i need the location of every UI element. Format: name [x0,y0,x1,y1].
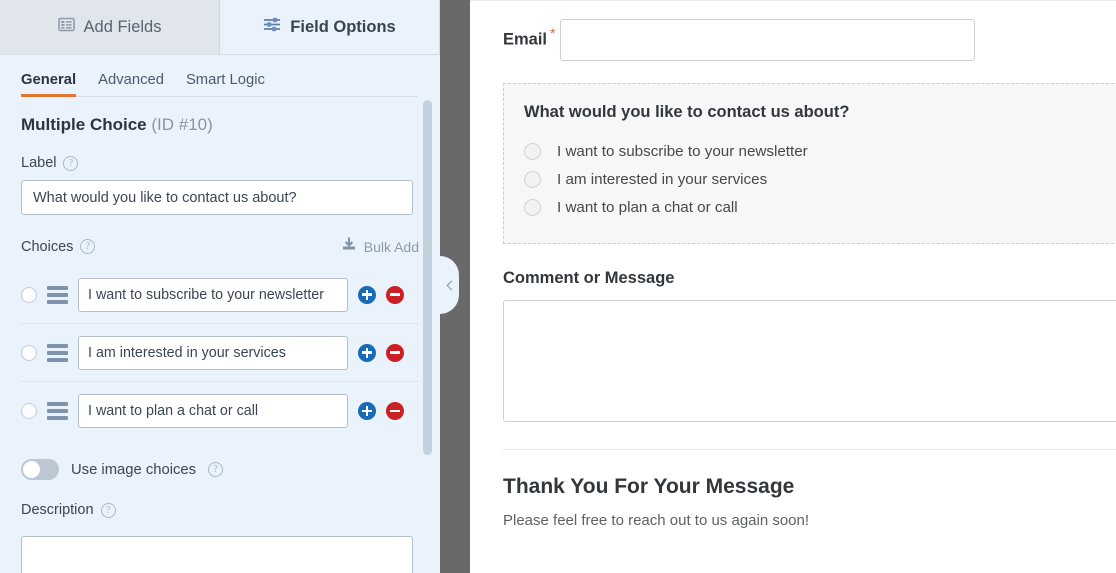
choice-value-input[interactable] [78,394,348,428]
subtab-smart-logic-label: Smart Logic [185,72,265,88]
panel-divider [440,0,470,573]
choice-radio[interactable] [524,142,541,160]
tab-field-options[interactable]: Field Options [220,0,440,55]
choice-label: I am interested in your services [557,170,768,188]
subtab-general[interactable]: General [21,72,77,97]
image-choices-row: Use image choices ? [21,459,419,480]
thank-you-text: Please feel free to reach out to us agai… [503,512,810,529]
choice-default-radio[interactable] [21,286,37,303]
preview-thank-you-block: Thank You For Your Message Please feel f… [503,475,1116,529]
choice-radio[interactable] [524,198,541,216]
panel-tab-bar: Add Fields Field Options [0,0,440,55]
add-choice-button[interactable] [358,343,376,362]
tab-field-options-label: Field Options [290,17,396,36]
comment-textarea[interactable] [503,300,1116,422]
choice-value-input[interactable] [78,277,348,312]
choices-heading: Choices [21,238,74,255]
choice-row [21,382,419,440]
help-icon[interactable]: ? [100,502,116,518]
use-image-choices-toggle[interactable] [21,459,59,480]
collapse-panel-button[interactable] [440,256,459,314]
tab-add-fields-label: Add Fields [83,17,162,36]
chevron-left-icon [446,280,456,290]
field-description-textarea[interactable] [21,536,413,573]
description-heading-row: Description ? [21,502,419,518]
form-builder-app: Add Fields Field Options General Advance… [0,0,1116,573]
preview-choice-option[interactable]: I want to plan a chat or call [524,193,1113,221]
help-icon[interactable]: ? [80,239,96,254]
bulk-add-icon [341,236,357,257]
drag-handle-icon[interactable] [47,343,68,362]
choice-label: I want to plan a chat or call [557,198,738,216]
description-section: Description ? [21,502,419,573]
help-icon[interactable]: ? [63,155,79,171]
preview-field-comment[interactable]: Comment or Message [503,269,1116,427]
choice-radio[interactable] [524,170,541,188]
email-input[interactable] [559,19,975,61]
choices-list [21,266,419,440]
fields-list-icon [57,16,75,38]
remove-choice-button[interactable] [386,402,404,420]
comment-label: Comment or Message [503,269,675,287]
field-options-body: Multiple Choice (ID #10) Label ? Choices… [0,97,440,573]
preview-field-email[interactable]: Email * [503,0,1116,61]
field-options-subtabs: General Advanced Smart Logic [0,55,440,97]
add-choice-button[interactable] [358,402,376,420]
choice-value-input[interactable] [78,335,348,370]
choice-default-radio[interactable] [21,344,37,361]
use-image-choices-label: Use image choices [71,461,197,478]
choice-row [21,266,419,324]
panel-scrollbar[interactable] [423,100,432,455]
choice-label: I want to subscribe to your newsletter [557,142,808,160]
sliders-icon [263,16,281,38]
remove-choice-button[interactable] [386,285,404,304]
field-label-input[interactable] [21,180,413,215]
choice-row [21,324,419,382]
field-type-name: Multiple Choice [21,115,147,134]
bulk-add-label: Bulk Add [363,238,419,255]
form-preview: Email * What would you like to contact us… [470,0,1116,573]
choice-default-radio[interactable] [21,403,37,419]
drag-handle-icon[interactable] [47,285,68,304]
field-id-text: (ID #10) [151,115,213,134]
label-heading: Label [21,155,57,171]
preview-choice-option[interactable]: I want to subscribe to your newsletter [524,137,1113,165]
add-choice-button[interactable] [358,285,376,304]
label-heading-row: Label ? [21,155,419,171]
preview-field-multiple-choice[interactable]: What would you like to contact us about?… [503,83,1116,244]
subtab-advanced-label: Advanced [98,72,164,88]
field-type-heading: Multiple Choice (ID #10) [21,115,419,135]
remove-choice-button[interactable] [386,343,404,362]
description-heading: Description [21,502,94,518]
required-asterisk: * [550,25,556,42]
preview-top-divider [470,0,1116,1]
subtab-smart-logic[interactable]: Smart Logic [186,72,265,97]
multiple-choice-label: What would you like to contact us about? [524,103,850,121]
email-label: Email [503,30,548,49]
preview-choice-option[interactable]: I am interested in your services [524,165,1113,193]
thank-you-heading: Thank You For Your Message [503,475,795,498]
help-icon[interactable]: ? [208,462,224,477]
preview-section-divider [503,449,1116,450]
drag-handle-icon[interactable] [47,402,68,420]
tab-add-fields[interactable]: Add Fields [0,0,220,55]
subtab-advanced[interactable]: Advanced [98,72,164,97]
field-options-panel: Add Fields Field Options General Advance… [0,0,440,573]
choices-heading-row: Choices ? Bulk Add [21,236,419,257]
bulk-add-button[interactable]: Bulk Add [341,236,419,257]
subtab-general-label: General [21,72,77,88]
